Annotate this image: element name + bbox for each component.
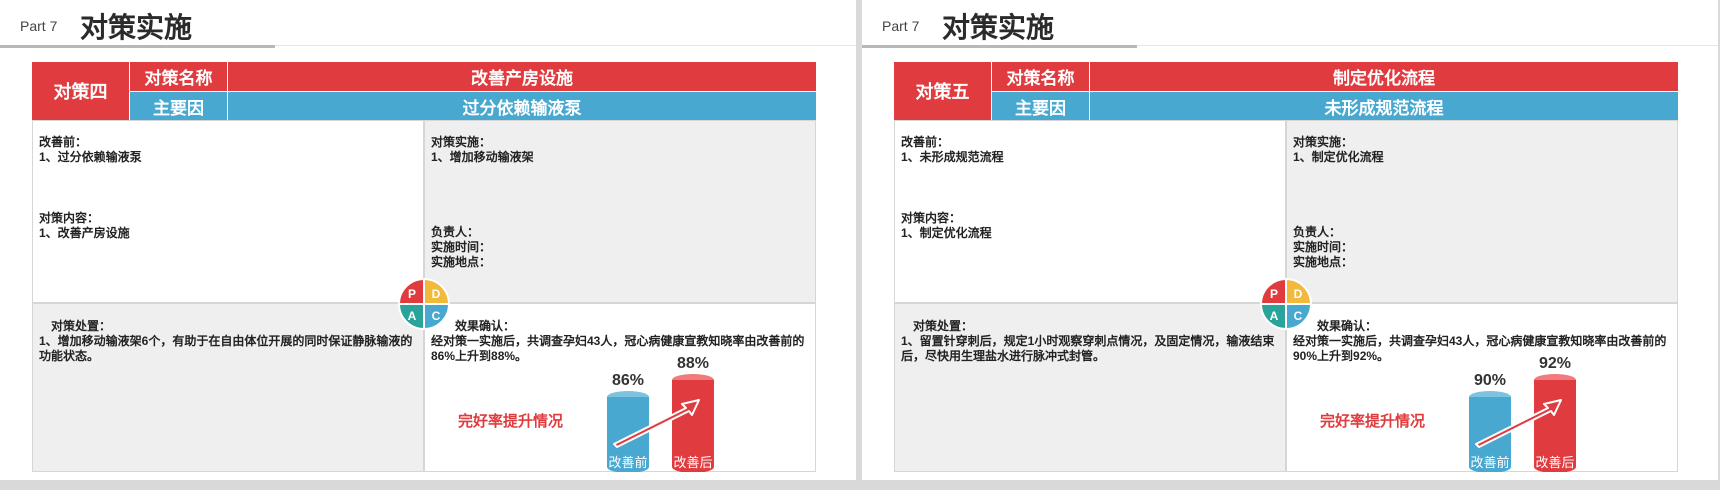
- owner-label: 负责人：: [431, 225, 480, 239]
- pdca-a: A: [408, 309, 417, 323]
- place-label: 实施地点：: [1293, 255, 1354, 269]
- do-quadrant: 对策实施： 1、制定优化流程 负责人： 实施时间： 实施地点：: [1286, 120, 1678, 303]
- pdca-cycle-icon: P D A C: [1260, 278, 1312, 330]
- before-label: 改善前：: [901, 135, 950, 149]
- chart-title: 完好率提升情况: [1320, 413, 1426, 430]
- pdca-cycle-icon: P D A C: [398, 278, 450, 330]
- slide-2: Part 7 对策实施 对策五 对策名称 制定优化流程 主要因 未形成规范流程 …: [862, 0, 1718, 480]
- part-label: Part 7: [20, 18, 58, 34]
- before-text: 1、过分依赖输液泵: [39, 150, 142, 164]
- content-label: 对策内容：: [39, 211, 100, 225]
- act-quadrant: 对策处置： 1、留置针穿刺后，规定1小时观察穿刺点情况，及固定情况，输液结束后，…: [894, 303, 1286, 472]
- countermeasure-code: 对策五: [894, 62, 992, 120]
- plan-quadrant: 改善前： 1、未形成规范流程 对策内容： 1、制定优化流程: [894, 120, 1286, 303]
- handle-label: 对策处置：: [51, 319, 112, 333]
- before-bar-label: 改善前: [608, 455, 648, 470]
- after-bar-label: 改善后: [1535, 455, 1575, 470]
- content-text: 1、改善产房设施: [39, 226, 130, 240]
- improvement-chart: 完好率提升情况 90% 92% 改善前 改善后: [1286, 350, 1678, 472]
- handle-label: 对策处置：: [913, 319, 974, 333]
- content-label: 对策内容：: [901, 211, 962, 225]
- content-text: 1、制定优化流程: [901, 226, 992, 240]
- main-cause: 未形成规范流程: [1090, 91, 1678, 120]
- page-title: 对策实施: [80, 12, 193, 43]
- countermeasure-header: 对策五 对策名称 制定优化流程 主要因 未形成规范流程: [894, 62, 1678, 120]
- after-percent: 92%: [1538, 355, 1572, 372]
- before-text: 1、未形成规范流程: [901, 150, 1004, 164]
- chart-title: 完好率提升情况: [458, 413, 564, 430]
- countermeasure-name: 制定优化流程: [1090, 62, 1678, 91]
- name-label: 对策名称: [130, 62, 228, 91]
- after-percent: 88%: [676, 355, 710, 372]
- part-label: Part 7: [882, 18, 920, 34]
- after-bar-label: 改善后: [673, 455, 713, 470]
- impl-text: 1、制定优化流程: [1293, 150, 1384, 164]
- page-title: 对策实施: [942, 12, 1055, 43]
- countermeasure-code: 对策四: [32, 62, 130, 120]
- effect-label: 效果确认：: [455, 319, 516, 333]
- pdca-d: D: [1294, 287, 1303, 301]
- pdca-c: C: [1294, 309, 1303, 323]
- before-percent: 86%: [611, 372, 645, 389]
- act-quadrant: 对策处置： 1、增加移动输液架6个，有助于在自由体位开展的同时保证静脉输液的功能…: [32, 303, 424, 472]
- countermeasure-header: 对策四 对策名称 改善产房设施 主要因 过分依赖输液泵: [32, 62, 816, 120]
- effect-label: 效果确认：: [1317, 319, 1378, 333]
- impl-label: 对策实施：: [431, 135, 492, 149]
- impl-label: 对策实施：: [1293, 135, 1354, 149]
- header-accent-bar: [862, 45, 1137, 48]
- before-label: 改善前：: [39, 135, 88, 149]
- plan-quadrant: 改善前： 1、过分依赖输液泵 对策内容： 1、改善产房设施: [32, 120, 424, 303]
- cause-label: 主要因: [130, 91, 228, 120]
- cause-label: 主要因: [992, 91, 1090, 120]
- improvement-chart: 完好率提升情况 86% 88% 改善前 改善后: [424, 350, 816, 472]
- time-label: 实施时间：: [431, 240, 492, 254]
- pdca-c: C: [432, 309, 441, 323]
- pdca-p: P: [408, 287, 416, 301]
- handle-text: 1、增加移动输液架6个，有助于在自由体位开展的同时保证静脉输液的功能状态。: [39, 334, 413, 363]
- time-label: 实施时间：: [1293, 240, 1354, 254]
- slide-1: Part 7 对策实施 对策四 对策名称 改善产房设施 主要因 过分依赖输液泵 …: [0, 0, 856, 480]
- main-cause: 过分依赖输液泵: [228, 91, 816, 120]
- before-bar-label: 改善前: [1470, 455, 1510, 470]
- pdca-p: P: [1270, 287, 1278, 301]
- before-percent: 90%: [1473, 372, 1507, 389]
- countermeasure-name: 改善产房设施: [228, 62, 816, 91]
- pdca-d: D: [432, 287, 441, 301]
- owner-label: 负责人：: [1293, 225, 1342, 239]
- place-label: 实施地点：: [431, 255, 492, 269]
- header-accent-bar: [0, 45, 275, 48]
- do-quadrant: 对策实施： 1、增加移动输液架 负责人： 实施时间： 实施地点：: [424, 120, 816, 303]
- pdca-a: A: [1270, 309, 1279, 323]
- impl-text: 1、增加移动输液架: [431, 150, 534, 164]
- handle-text: 1、留置针穿刺后，规定1小时观察穿刺点情况，及固定情况，输液结束后，尽快用生理盐…: [901, 334, 1275, 363]
- name-label: 对策名称: [992, 62, 1090, 91]
